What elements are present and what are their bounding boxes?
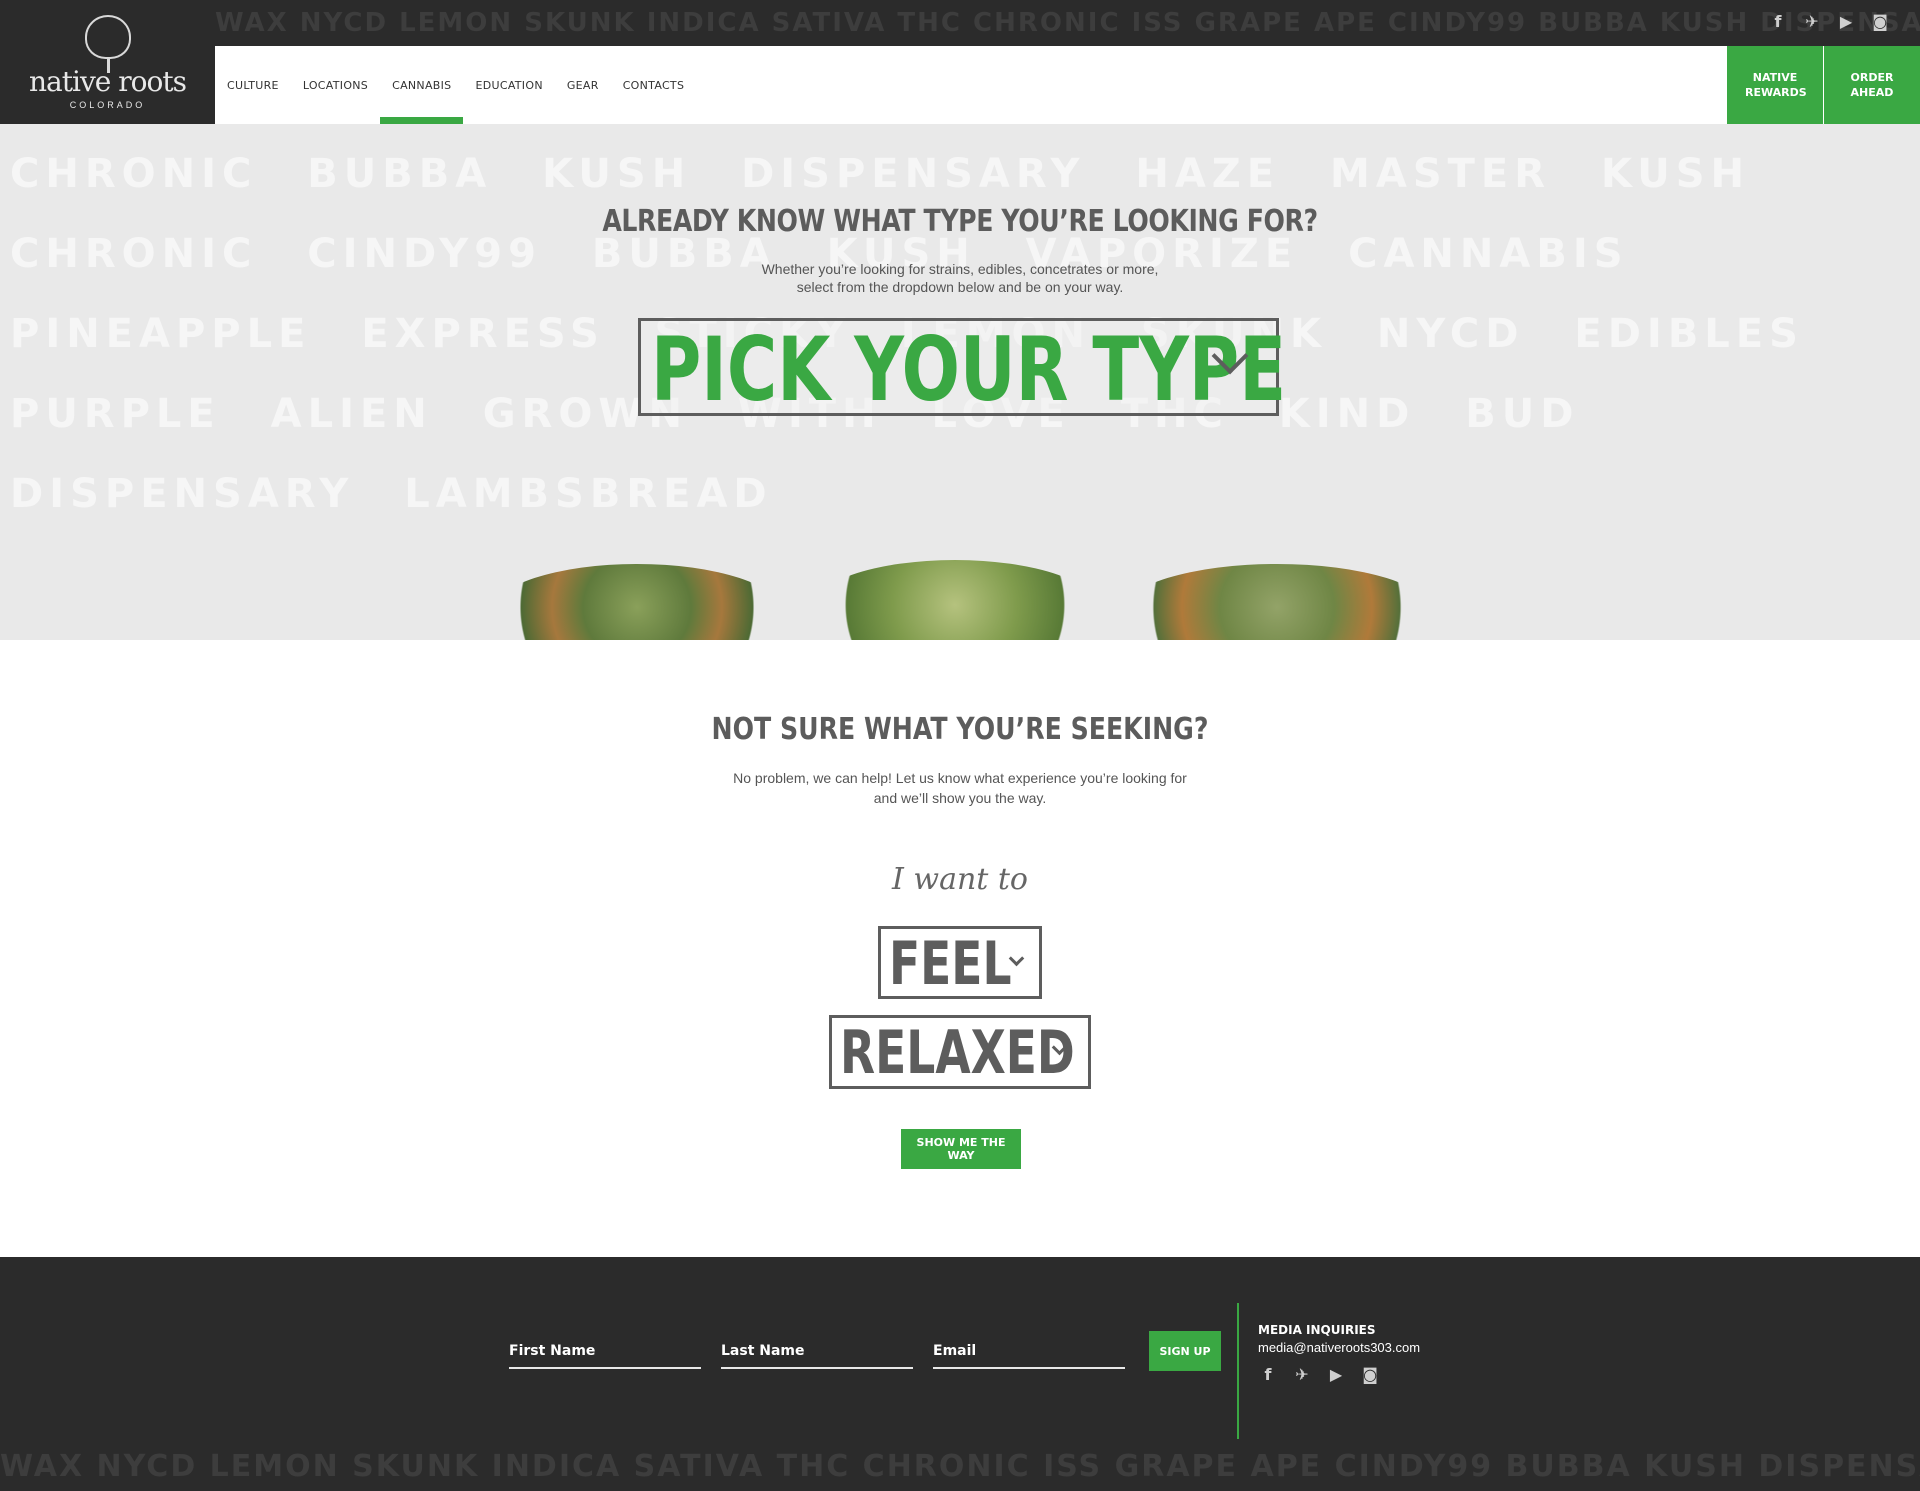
twitter-icon[interactable]: ✈ <box>1292 1365 1312 1385</box>
effect-dropdown-value: RELAXED <box>840 1018 1075 1088</box>
sign-up-button[interactable]: SIGN UP <box>1149 1331 1221 1371</box>
last-name-placeholder: Last Name <box>721 1343 805 1359</box>
finder-subtitle-line: and we’ll show you the way. <box>873 790 1047 806</box>
nav-item-education[interactable]: EDUCATION <box>463 46 554 124</box>
header-social: f ✈ ▶ ◙ <box>1768 12 1890 32</box>
first-name-placeholder: First Name <box>509 1343 596 1359</box>
facebook-icon[interactable]: f <box>1258 1365 1278 1385</box>
brand-tagline: COLORADO <box>69 99 146 110</box>
decorative-pattern: WAX NYCD LEMON SKUNK INDICA SATIVA THC C… <box>215 8 1920 38</box>
hero-title: ALREADY KNOW WHAT TYPE YOU’RE LOOKING FO… <box>602 204 1318 239</box>
media-email-link[interactable]: media@nativeroots303.com <box>1258 1340 1420 1355</box>
finder-subtitle: No problem, we can help! Let us know wha… <box>0 768 1920 808</box>
footer-social: f ✈ ▶ ◙ <box>1258 1365 1380 1385</box>
first-name-field[interactable]: First Name <box>509 1337 701 1369</box>
youtube-icon[interactable]: ▶ <box>1836 12 1856 32</box>
nav-item-locations[interactable]: LOCATIONS <box>291 46 380 124</box>
last-name-field[interactable]: Last Name <box>721 1337 913 1369</box>
email-field[interactable]: Email <box>933 1337 1125 1369</box>
type-picker-hero: CHRONIC BUBBA KUSH DISPENSARY HAZE MASTE… <box>0 124 1920 640</box>
email-placeholder: Email <box>933 1343 977 1359</box>
finder-lead: I want to <box>892 862 1028 897</box>
show-me-the-way-button[interactable]: SHOW ME THE WAY <box>901 1129 1021 1169</box>
hero-subtitle-line: select from the dropdown below and be on… <box>796 279 1124 295</box>
order-ahead-button[interactable]: ORDER AHEAD <box>1824 46 1920 124</box>
verb-dropdown[interactable]: FEEL <box>878 926 1042 999</box>
decorative-pattern: WAX NYCD LEMON SKUNK INDICA SATIVA THC C… <box>0 1449 1920 1484</box>
tree-icon <box>84 14 131 73</box>
media-inquiries-heading: MEDIA INQUIRIES <box>1258 1323 1376 1337</box>
instagram-icon[interactable]: ◙ <box>1870 12 1890 32</box>
footer-divider <box>1237 1303 1239 1439</box>
footer: First Name Last Name Email SIGN UP MEDIA… <box>0 1257 1920 1491</box>
main-nav: CULTURE LOCATIONS CANNABIS EDUCATION GEA… <box>215 46 1727 124</box>
bud-image <box>492 564 782 640</box>
verb-dropdown-value: FEEL <box>889 929 1012 999</box>
top-banner: WAX NYCD LEMON SKUNK INDICA SATIVA THC C… <box>0 0 1920 46</box>
finder-subtitle-line: No problem, we can help! Let us know wha… <box>733 770 1187 786</box>
nav-item-gear[interactable]: GEAR <box>555 46 611 124</box>
nav-item-contacts[interactable]: CONTACTS <box>611 46 697 124</box>
facebook-icon[interactable]: f <box>1768 12 1788 32</box>
youtube-icon[interactable]: ▶ <box>1326 1365 1346 1385</box>
cannabis-buds-image <box>492 556 1432 640</box>
hero-subtitle: Whether you’re looking for strains, edib… <box>0 260 1920 296</box>
order-ahead-label: ORDER AHEAD <box>1850 71 1894 99</box>
effect-dropdown[interactable]: RELAXED <box>829 1015 1091 1089</box>
nav-item-cannabis[interactable]: CANNABIS <box>380 46 464 124</box>
native-rewards-label: NATIVE REWARDS <box>1745 71 1807 99</box>
nav-item-culture[interactable]: CULTURE <box>215 46 291 124</box>
bud-image <box>1122 564 1432 640</box>
type-dropdown-value: PICK YOUR TYPE <box>651 318 1287 421</box>
type-dropdown[interactable]: PICK YOUR TYPE <box>638 318 1286 416</box>
hero-subtitle-line: Whether you’re looking for strains, edib… <box>761 261 1159 277</box>
brand-logo[interactable]: native roots COLORADO <box>0 0 215 124</box>
native-rewards-button[interactable]: NATIVE REWARDS <box>1727 46 1823 124</box>
bud-image <box>810 560 1100 640</box>
instagram-icon[interactable]: ◙ <box>1360 1365 1380 1385</box>
finder-title: NOT SURE WHAT YOU’RE SEEKING? <box>711 712 1209 747</box>
twitter-icon[interactable]: ✈ <box>1802 12 1822 32</box>
